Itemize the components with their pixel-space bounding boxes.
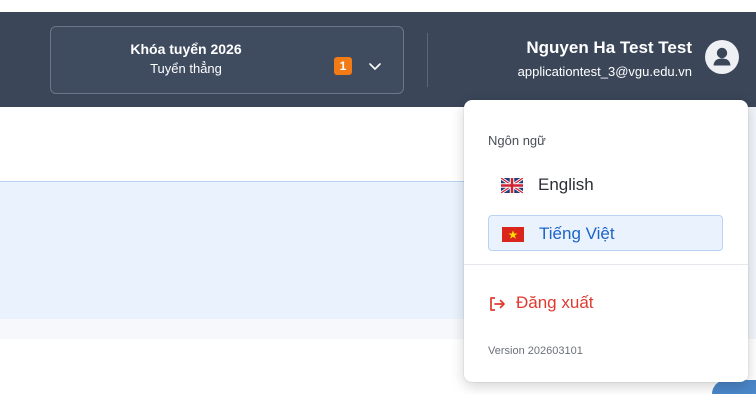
language-label-english: English <box>538 175 594 194</box>
cohort-title: Khóa tuyển 2026 <box>130 41 242 57</box>
user-dropdown-menu: Ngôn ngữ English Tiếng Việt Đăng xuất Ve… <box>464 100 748 382</box>
cohort-count-badge: 1 <box>334 57 352 75</box>
language-option-vietnamese[interactable]: Tiếng Việt <box>488 215 723 251</box>
logout-button[interactable]: Đăng xuất <box>488 291 688 315</box>
page-top-edge <box>0 0 756 12</box>
cohort-subtitle: Tuyển thẳng <box>150 61 222 76</box>
uk-flag-icon <box>501 178 523 193</box>
header-divider <box>427 33 428 87</box>
chevron-down-icon[interactable] <box>365 56 385 76</box>
language-heading: Ngôn ngữ <box>488 133 546 148</box>
language-option-english[interactable]: English <box>488 167 723 203</box>
user-name[interactable]: Nguyen Ha Test Test <box>440 38 692 58</box>
menu-divider <box>464 264 748 265</box>
avatar[interactable] <box>705 40 739 74</box>
logout-icon <box>490 297 505 311</box>
content-top-panel <box>0 107 470 181</box>
content-card <box>0 181 480 320</box>
user-email[interactable]: applicationtest_3@vgu.edu.vn <box>440 64 692 79</box>
vietnam-flag-icon <box>502 227 524 242</box>
version-text: Version 202603101 <box>488 345 583 357</box>
floating-button[interactable] <box>712 380 756 394</box>
user-icon <box>713 47 731 66</box>
cohort-selector[interactable]: Khóa tuyển 2026 Tuyển thẳng 1 <box>50 26 404 94</box>
language-label-vietnamese: Tiếng Việt <box>539 224 615 243</box>
logout-label: Đăng xuất <box>516 293 594 312</box>
